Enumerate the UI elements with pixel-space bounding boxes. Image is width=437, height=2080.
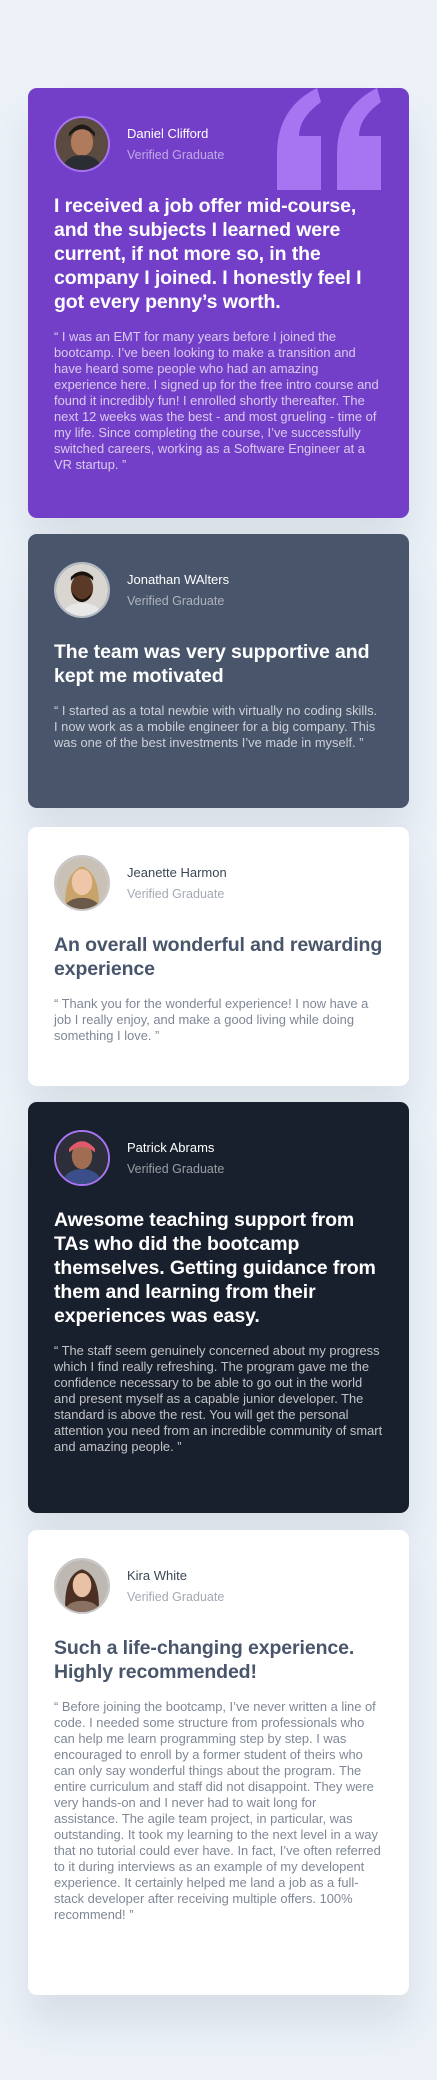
avatar [54, 1558, 110, 1614]
card-header: Kira White Verified Graduate [54, 1556, 383, 1616]
testimonial-body: “ Before joining the bootcamp, I’ve neve… [54, 1699, 381, 1922]
testimonial-body: “ Thank you for the wonderful experience… [54, 996, 369, 1043]
author-name: Daniel Clifford [127, 125, 209, 141]
testimonial-card-jeanette: Jeanette Harmon Verified Graduate An ove… [28, 827, 409, 1086]
avatar [54, 116, 110, 172]
author-name: Patrick Abrams [127, 1139, 215, 1155]
testimonial-title: Awesome teaching support from TAs who di… [54, 1209, 376, 1327]
testimonial-body: “ I started as a total newbie with virtu… [54, 703, 378, 750]
testimonial-card-jonathan: Jonathan WAlters Verified Graduate The t… [28, 534, 409, 808]
avatar [54, 1130, 110, 1186]
testimonial-card-daniel: Daniel Clifford Verified Graduate I rece… [28, 88, 409, 518]
avatar [54, 562, 110, 618]
testimonial-title: Such a life-changing experience. Highly … [54, 1637, 355, 1683]
testimonial-body: “ I was an EMT for many years before I j… [54, 329, 379, 472]
card-header: Patrick Abrams Verified Graduate [54, 1128, 383, 1188]
author-name: Kira White [127, 1567, 187, 1583]
author-name: Jeanette Harmon [127, 864, 227, 880]
testimonial-title: I received a job offer mid-course, and t… [54, 195, 362, 313]
testimonial-card-kira: Kira White Verified Graduate Such a life… [28, 1530, 409, 1995]
testimonial-body: “ The staff seem genuinely concerned abo… [54, 1343, 383, 1454]
avatar [54, 855, 110, 911]
testimonial-title: An overall wonderful and rewarding exper… [54, 934, 383, 980]
card-header: Jeanette Harmon Verified Graduate [54, 853, 383, 913]
author-role: Verified Graduate [127, 593, 225, 608]
author-role: Verified Graduate [127, 886, 225, 901]
author-role: Verified Graduate [127, 1161, 225, 1176]
card-header: Jonathan WAlters Verified Graduate [54, 560, 383, 620]
card-header: Daniel Clifford Verified Graduate [54, 114, 383, 174]
author-role: Verified Graduate [127, 147, 225, 162]
author-name: Jonathan WAlters [127, 571, 230, 587]
author-role: Verified Graduate [127, 1589, 225, 1604]
testimonial-card-patrick: Patrick Abrams Verified Graduate Awesome… [28, 1102, 409, 1513]
testimonial-title: The team was very supportive and kept me… [54, 641, 370, 687]
